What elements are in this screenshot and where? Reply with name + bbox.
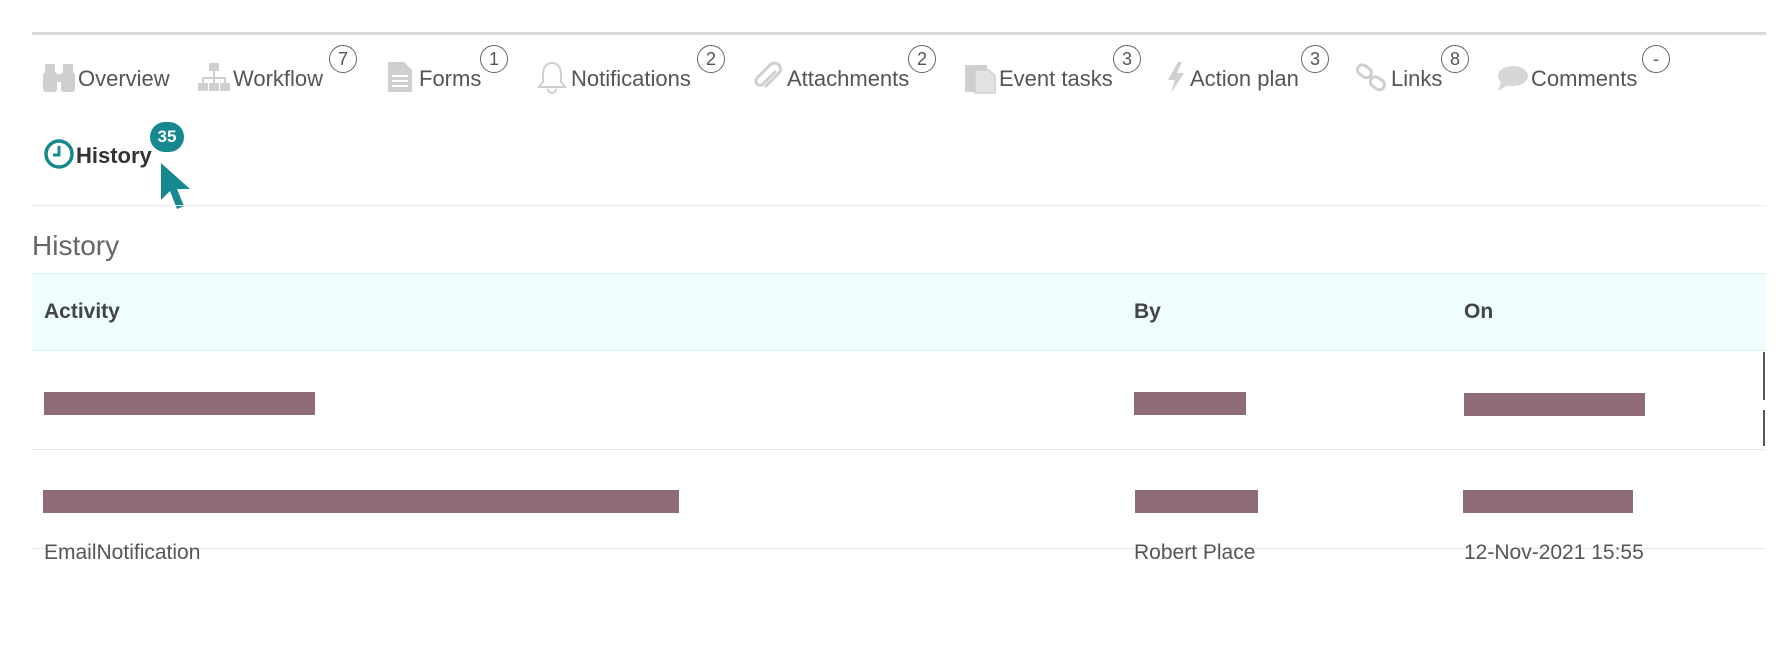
tab-label: History bbox=[76, 143, 152, 168]
on-cell: 12-Nov-2021 15:55 bbox=[1464, 541, 1644, 564]
attachments-count-badge: 2 bbox=[908, 45, 936, 73]
tab-label: Links bbox=[1391, 66, 1443, 91]
scrollbar-track[interactable] bbox=[1763, 410, 1765, 446]
tab-event-tasks[interactable]: Event tasks bbox=[963, 54, 1113, 94]
bell-icon bbox=[535, 60, 569, 94]
tab-bar: Overview Workflow 7 Forms 1 Notification… bbox=[0, 0, 1784, 210]
by-cell: Robert Place bbox=[1134, 541, 1256, 564]
section-divider bbox=[32, 205, 1766, 206]
speech-bubble-icon bbox=[1495, 60, 1529, 94]
table-header: Activity By On bbox=[32, 273, 1766, 351]
clipboard-icon bbox=[963, 60, 997, 94]
tab-overview[interactable]: Overview bbox=[42, 54, 170, 94]
tab-label: Forms bbox=[419, 66, 482, 91]
redacted-on bbox=[1464, 393, 1645, 416]
scrollbar-track[interactable] bbox=[1763, 352, 1765, 400]
tab-label: Workflow bbox=[233, 66, 324, 91]
tab-attachments[interactable]: Attachments bbox=[751, 54, 909, 94]
column-header-activity[interactable]: Activity bbox=[44, 274, 120, 350]
forms-count-badge: 1 bbox=[480, 45, 508, 73]
event-tasks-count-badge: 3 bbox=[1113, 45, 1141, 73]
workflow-count-badge: 7 bbox=[329, 45, 357, 73]
tab-label: Overview bbox=[78, 66, 170, 91]
redacted-activity bbox=[43, 490, 679, 513]
notifications-count-badge: 2 bbox=[697, 45, 725, 73]
column-header-on[interactable]: On bbox=[1464, 274, 1493, 350]
redacted-by bbox=[1135, 490, 1258, 513]
lightning-icon bbox=[1164, 60, 1188, 94]
history-table: Activity By On EmailNotification Robert … bbox=[32, 273, 1766, 649]
tab-notifications[interactable]: Notifications bbox=[535, 54, 691, 94]
action-plan-count-badge: 3 bbox=[1301, 45, 1329, 73]
redacted-on bbox=[1463, 490, 1633, 513]
tab-label: Attachments bbox=[787, 66, 910, 91]
mouse-cursor-icon bbox=[161, 163, 190, 209]
links-count-badge: 8 bbox=[1441, 45, 1469, 73]
tab-action-plan[interactable]: Action plan bbox=[1164, 54, 1299, 94]
tab-label: Action plan bbox=[1190, 66, 1299, 91]
chain-link-icon bbox=[1355, 60, 1389, 94]
table-row[interactable] bbox=[32, 351, 1766, 450]
table-row[interactable]: EmailNotification Robert Place 12-Nov-20… bbox=[32, 541, 1766, 649]
tab-workflow[interactable]: Workflow bbox=[197, 54, 323, 94]
document-icon bbox=[383, 60, 417, 94]
tab-history[interactable]: History bbox=[42, 131, 152, 171]
section-title: History bbox=[32, 230, 120, 261]
table-row[interactable] bbox=[32, 450, 1766, 549]
tab-label: Comments bbox=[1531, 66, 1638, 91]
history-count-badge: 35 bbox=[150, 122, 184, 152]
comments-count-badge: - bbox=[1642, 45, 1670, 73]
redacted-activity bbox=[44, 392, 315, 415]
column-header-by[interactable]: By bbox=[1134, 274, 1161, 350]
clock-icon bbox=[42, 137, 74, 171]
activity-cell: EmailNotification bbox=[44, 541, 201, 564]
tab-forms[interactable]: Forms bbox=[383, 54, 481, 94]
tab-label: Notifications bbox=[571, 66, 691, 91]
org-chart-icon bbox=[197, 60, 231, 94]
paperclip-icon bbox=[751, 60, 785, 94]
redacted-by bbox=[1134, 392, 1246, 415]
binoculars-icon bbox=[42, 60, 76, 94]
tab-comments[interactable]: Comments bbox=[1495, 54, 1637, 94]
tab-links[interactable]: Links bbox=[1355, 54, 1442, 94]
tab-label: Event tasks bbox=[999, 66, 1113, 91]
